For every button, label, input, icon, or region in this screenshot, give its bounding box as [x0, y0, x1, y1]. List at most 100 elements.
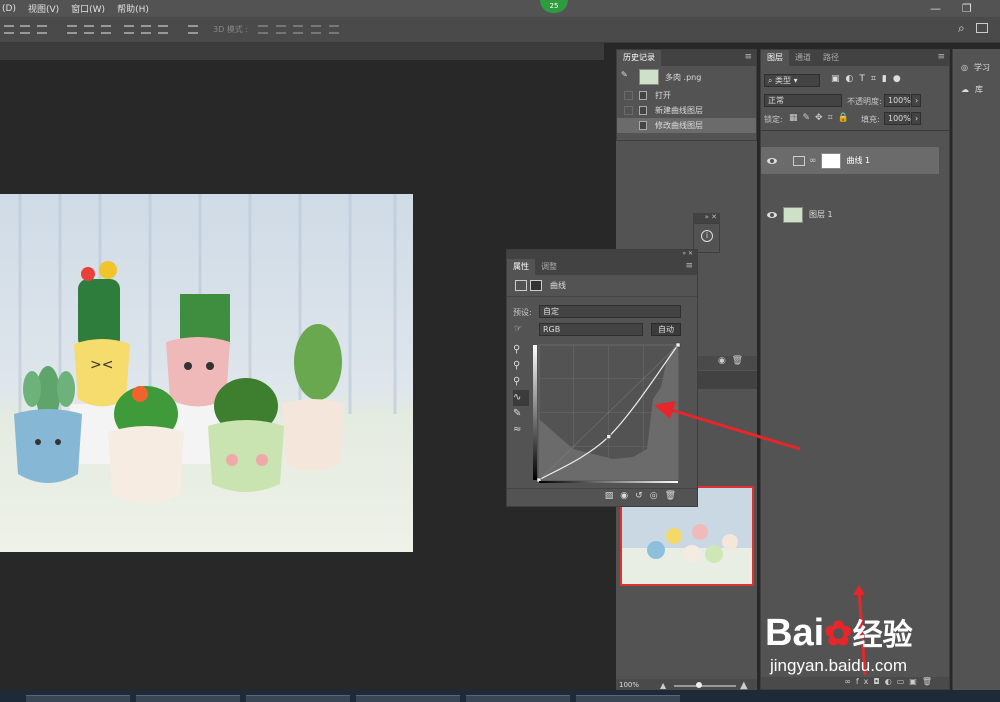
clip-to-layer-icon[interactable]: ▨	[605, 491, 621, 501]
layer-kind-filter[interactable]: ⌕ 类型 ▾	[764, 74, 820, 87]
layer-mask-thumbnail[interactable]	[820, 152, 841, 169]
snapshot-thumbnail	[639, 69, 659, 85]
curve-control-point[interactable]	[675, 342, 681, 348]
layer-mask-icon[interactable]	[530, 280, 542, 291]
history-item-label: 修改曲线图层	[655, 121, 703, 130]
taskbar-item[interactable]	[576, 695, 680, 702]
camera-icon[interactable]: ◉	[718, 356, 726, 366]
info-icon[interactable]: i	[701, 230, 713, 242]
zoom-value[interactable]: 100%	[619, 681, 639, 689]
distribute-left-icon[interactable]	[124, 25, 134, 34]
tab-history[interactable]: 历史记录	[617, 50, 661, 66]
workspace-icon[interactable]	[976, 23, 988, 33]
white-point-eyedropper-icon[interactable]: ⚲	[513, 374, 529, 390]
3d-pan-icon[interactable]	[293, 25, 303, 34]
maximize-icon[interactable]: ❐	[962, 0, 972, 17]
3d-slide-icon[interactable]	[311, 25, 321, 34]
preset-select[interactable]: 自定	[539, 305, 681, 318]
lock-label: 锁定:	[764, 115, 783, 124]
layer-row-curves[interactable]: ∞ 曲线 1	[761, 147, 939, 174]
view-previous-icon[interactable]: ◉	[620, 491, 635, 501]
3d-roll-icon[interactable]	[276, 25, 286, 34]
blend-mode-value: 正常	[768, 96, 784, 105]
history-item[interactable]: 新建曲线图层	[617, 103, 756, 118]
align-right-icon[interactable]	[37, 25, 47, 34]
fill-dropdown[interactable]: ›	[911, 112, 921, 125]
3d-scale-icon[interactable]	[329, 25, 339, 34]
auto-button[interactable]: 自动	[651, 323, 681, 336]
blend-mode-select[interactable]: 正常	[764, 94, 842, 107]
tab-paths[interactable]: 路径	[817, 50, 845, 66]
layer-filter-icons[interactable]: ▣◐T⌗▮●	[831, 74, 907, 84]
pencil-icon[interactable]: ✎	[513, 406, 529, 422]
history-item-selected[interactable]: 修改曲线图层	[617, 118, 756, 133]
taskbar-item[interactable]	[246, 695, 350, 702]
smooth-curve-icon[interactable]: ≈	[513, 422, 529, 438]
align-top-icon[interactable]	[67, 25, 77, 34]
history-snapshot[interactable]: ✎ 多肉 .png	[617, 66, 756, 88]
align-bottom-icon[interactable]	[101, 25, 111, 34]
properties-title: 曲线	[550, 281, 566, 290]
trash-icon[interactable]: 🗑	[732, 356, 743, 366]
opacity-dropdown[interactable]: ›	[911, 94, 921, 107]
menu-item-window[interactable]: 窗口(W)	[71, 2, 105, 15]
library-panel-button[interactable]: ☁ 库	[953, 78, 1000, 100]
history-panel: 历史记录 ≡ ✎ 多肉 .png 打开 新建曲线图层 修改曲线图层	[616, 49, 757, 141]
tab-channels[interactable]: 通道	[789, 50, 817, 66]
trash-icon[interactable]: 🗑	[665, 491, 683, 501]
curves-adjustment-icon[interactable]	[515, 280, 527, 291]
layer-kind-label: 类型	[775, 76, 792, 85]
align-hcenter-icon[interactable]	[20, 25, 30, 34]
opacity-input[interactable]: 100%	[884, 94, 911, 107]
link-icon[interactable]: ∞	[809, 156, 817, 166]
taskbar-item[interactable]	[466, 695, 570, 702]
align-left-icon[interactable]	[4, 25, 14, 34]
tab-properties[interactable]: 属性	[507, 259, 535, 275]
layer-thumbnail[interactable]	[783, 206, 803, 223]
tab-layers[interactable]: 图层	[761, 50, 789, 66]
mode-3d-label: 3D 模式 :	[213, 25, 249, 34]
3d-rotate-icon[interactable]	[258, 25, 268, 34]
fill-input[interactable]: 100%	[884, 112, 911, 125]
zoom-out-icon[interactable]: ▲	[660, 681, 666, 690]
curve-point-tool-icon[interactable]: ∿	[513, 390, 529, 406]
layer-name[interactable]: 图层 1	[809, 209, 833, 220]
black-point-eyedropper-icon[interactable]: ⚲	[513, 342, 529, 358]
document-icon	[639, 106, 647, 115]
channel-value: RGB	[543, 325, 561, 334]
gray-point-eyedropper-icon[interactable]: ⚲	[513, 358, 529, 374]
distribute-right-icon[interactable]	[158, 25, 168, 34]
taskbar-item[interactable]	[26, 695, 130, 702]
minimize-icon[interactable]: —	[930, 0, 941, 17]
layer-row-pixel[interactable]: 图层 1	[761, 201, 939, 228]
zoom-slider-handle[interactable]	[696, 682, 702, 688]
panel-menu-icon[interactable]: ≡	[744, 52, 752, 62]
visibility-eye-icon[interactable]	[767, 211, 777, 218]
panel-menu-icon[interactable]: ≡	[685, 261, 693, 271]
align-vcenter-icon[interactable]	[84, 25, 94, 34]
panel-menu-icon[interactable]: ≡	[937, 52, 945, 62]
lock-icons[interactable]: ▦✎✥⌗🔒	[789, 113, 854, 123]
learn-panel-button[interactable]: ◎ 学习	[953, 56, 1000, 78]
opacity-label: 不透明度:	[847, 97, 882, 106]
auto-align-icon[interactable]	[188, 25, 198, 34]
history-item[interactable]: 打开	[617, 88, 756, 103]
search-icon[interactable]: ⌕	[958, 21, 965, 36]
distribute-center-icon[interactable]	[141, 25, 151, 34]
panel-collapse-icon[interactable]: » ✕	[682, 250, 693, 257]
taskbar-item[interactable]	[136, 695, 240, 702]
taskbar-item[interactable]	[356, 695, 460, 702]
zoom-slider[interactable]	[674, 685, 736, 687]
preset-label: 预设:	[513, 308, 532, 317]
layer-name[interactable]: 曲线 1	[847, 155, 871, 166]
tab-adjustments[interactable]: 调整	[535, 259, 563, 275]
menu-item-help[interactable]: 帮助(H)	[117, 2, 149, 15]
curve-control-point[interactable]	[606, 434, 612, 439]
visibility-eye-icon[interactable]	[767, 157, 777, 164]
reset-icon[interactable]: ↺	[635, 491, 650, 501]
channel-select[interactable]: RGB	[539, 323, 643, 336]
visibility-eye-icon[interactable]: ◎	[650, 491, 665, 501]
menu-item-edit[interactable]: (D)	[2, 4, 16, 14]
target-adjust-hand-icon[interactable]: ☞	[514, 324, 522, 334]
menu-item-view[interactable]: 视图(V)	[28, 2, 59, 15]
